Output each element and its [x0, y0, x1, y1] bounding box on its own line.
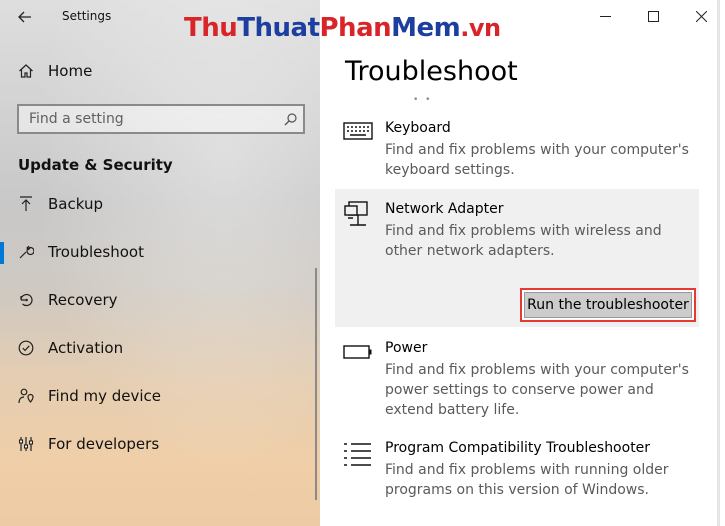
sidebar-item-home[interactable]: Home — [18, 62, 92, 80]
troubleshooter-network-adapter[interactable]: Network Adapter Find and fix problems wi… — [335, 189, 699, 327]
page-title: Troubleshoot — [345, 56, 518, 87]
sidebar-scrollbar[interactable] — [315, 268, 317, 500]
sidebar-item-for-developers[interactable]: For developers — [0, 424, 310, 464]
sidebar-item-recovery[interactable]: Recovery — [0, 280, 310, 320]
close-icon — [695, 10, 707, 22]
sidebar-item-label: Troubleshoot — [48, 243, 144, 261]
sidebar-item-label: Recovery — [48, 291, 118, 309]
sidebar-item-troubleshoot[interactable]: Troubleshoot — [0, 232, 310, 272]
developer-tools-icon — [16, 436, 36, 452]
maximize-icon — [647, 10, 659, 22]
sidebar-item-find-my-device[interactable]: Find my device — [0, 376, 310, 416]
search-icon[interactable] — [277, 112, 303, 126]
troubleshooter-description: Find and fix problems with running older… — [385, 462, 669, 498]
troubleshooter-name: Keyboard — [385, 120, 451, 136]
troubleshooter-description: Find and fix problems with your computer… — [385, 142, 689, 178]
section-title: Update & Security — [18, 156, 173, 174]
search-input[interactable] — [29, 111, 277, 127]
troubleshooter-description: Find and fix problems with wireless and … — [385, 223, 662, 259]
troubleshooter-keyboard[interactable]: Keyboard Find and fix problems with your… — [335, 120, 699, 180]
network-adapter-icon — [343, 201, 373, 227]
minimize-icon — [599, 15, 611, 17]
troubleshooter-power[interactable]: Power Find and fix problems with your co… — [335, 340, 699, 422]
check-circle-icon — [16, 340, 36, 356]
search-box[interactable] — [17, 104, 305, 134]
window-controls — [581, 0, 725, 32]
wrench-icon — [16, 244, 36, 260]
keyboard-icon — [343, 122, 373, 148]
watermark-logo: ThuThuatPhanMem.vn — [184, 13, 501, 43]
person-location-icon — [16, 388, 36, 405]
home-icon — [19, 64, 33, 78]
backup-arrow-icon — [16, 196, 36, 212]
sidebar-item-label: Activation — [48, 339, 124, 357]
troubleshooter-name: Network Adapter — [385, 201, 504, 217]
minimize-button[interactable] — [581, 0, 629, 32]
sidebar-item-activation[interactable]: Activation — [0, 328, 310, 368]
troubleshooter-description: Find and fix problems with your computer… — [385, 362, 689, 418]
run-troubleshooter-button[interactable]: Run the troubleshooter — [524, 292, 692, 318]
sidebar-item-label: Backup — [48, 195, 103, 213]
sidebar-item-home-label: Home — [48, 62, 93, 80]
maximize-button[interactable] — [629, 0, 677, 32]
main-scrollbar[interactable] — [717, 0, 720, 526]
troubleshooter-program-compatibility[interactable]: Program Compatibility Troubleshooter Fin… — [335, 440, 699, 502]
list-icon — [343, 442, 373, 468]
recovery-icon — [16, 292, 36, 308]
settings-sidebar: Settings Home Update & Security Backup T… — [0, 0, 320, 526]
run-troubleshooter-highlight: Run the troubleshooter — [520, 288, 696, 322]
scroll-overflow-indicator: • • — [413, 95, 433, 105]
battery-icon — [343, 345, 373, 371]
back-button[interactable] — [14, 6, 36, 28]
sidebar-item-label: Find my device — [48, 387, 162, 405]
troubleshooter-name: Power — [385, 340, 428, 356]
troubleshooter-name: Program Compatibility Troubleshooter — [385, 440, 651, 456]
main-content: Troubleshoot • • Keyboard Find and fix p… — [320, 0, 725, 526]
sidebar-item-backup[interactable]: Backup — [0, 184, 310, 224]
sidebar-item-label: For developers — [48, 435, 160, 453]
back-arrow-icon — [18, 11, 31, 23]
app-title: Settings — [62, 9, 112, 23]
